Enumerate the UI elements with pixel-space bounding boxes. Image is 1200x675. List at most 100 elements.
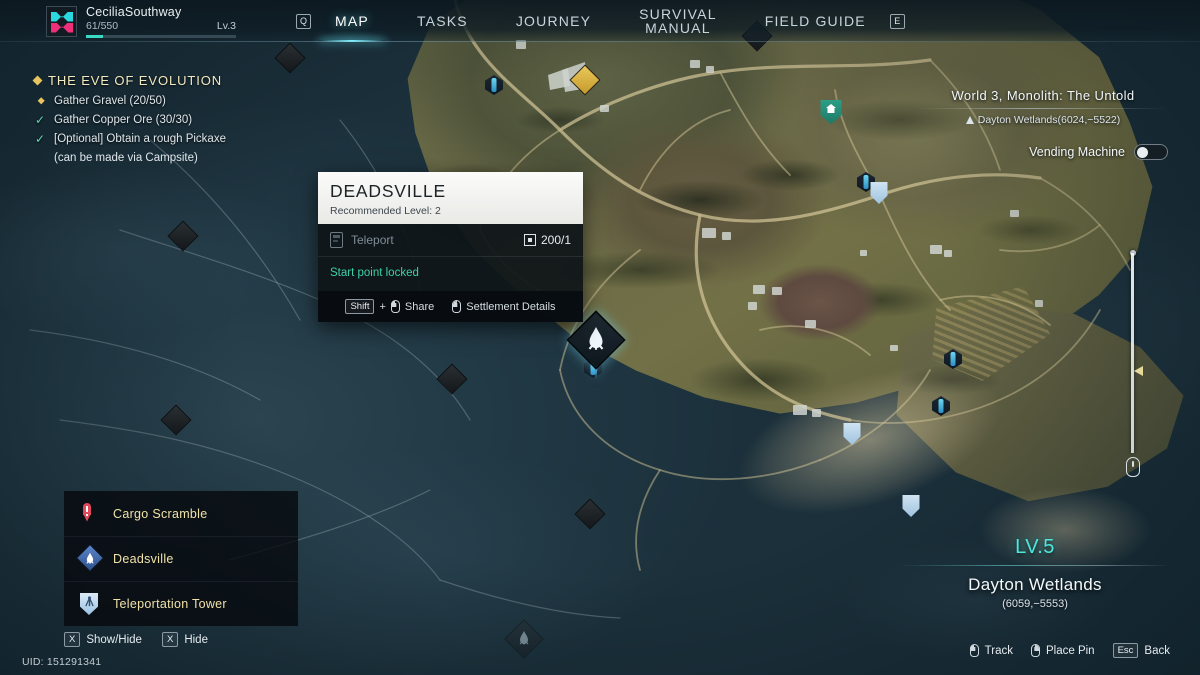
tab-journey-label: JOURNEY xyxy=(515,13,592,29)
quest-tracker: THE EVE OF EVOLUTION Gather Gravel (20/5… xyxy=(32,73,334,165)
track-action[interactable]: Track xyxy=(969,644,1013,657)
map-marker-resource[interactable] xyxy=(167,220,199,252)
settlement-details-action[interactable]: Settlement Details xyxy=(452,300,556,313)
shift-key-chip: Shift xyxy=(345,299,375,314)
vending-machine-toggle-row[interactable]: Vending Machine xyxy=(918,144,1168,160)
quest-title-row: THE EVE OF EVOLUTION xyxy=(32,73,334,88)
house-icon xyxy=(826,104,836,113)
prev-tab-key-chip[interactable]: Q xyxy=(296,13,312,29)
map-marker-settlement-house[interactable] xyxy=(820,100,842,124)
player-uid: UID: 151291341 xyxy=(22,656,102,668)
legend-label: Deadsville xyxy=(113,552,174,566)
location-name: Dayton Wetlands xyxy=(968,575,1102,594)
settlement-popup-body: Teleport 200/1 Start point locked Shift … xyxy=(318,224,583,322)
teleport-cost: 200/1 xyxy=(523,233,571,247)
location-divider xyxy=(900,565,1170,566)
legend-item-deadsville[interactable]: Deadsville xyxy=(64,536,298,581)
settlement-glyph-icon xyxy=(588,327,604,350)
plus-symbol: + xyxy=(379,300,386,313)
map-marker-resource[interactable] xyxy=(574,498,606,530)
mouse-left-click-icon xyxy=(969,644,979,657)
tab-journey[interactable]: JOURNEY xyxy=(492,0,615,42)
teleport-label: Teleport xyxy=(351,233,394,247)
quest-objective: ✓ Gather Copper Ore (30/30) xyxy=(34,113,334,127)
map-marker-resource[interactable] xyxy=(160,404,192,436)
share-action[interactable]: Shift + Share xyxy=(345,299,434,314)
quest-title: THE EVE OF EVOLUTION xyxy=(48,73,223,88)
next-tab-key-chip[interactable]: E xyxy=(889,13,905,29)
map-marker-teleport-tower[interactable] xyxy=(843,423,861,445)
map-zoom-slider[interactable] xyxy=(1126,250,1143,477)
settlement-popup[interactable]: DEADSVILLE Recommended Level: 2 Teleport… xyxy=(318,172,583,322)
objective-check-icon: ✓ xyxy=(34,113,46,127)
tab-map[interactable]: MAP xyxy=(311,0,393,42)
player-name: CeciliaSouthway xyxy=(86,4,182,19)
map-marker-teleport-beacon[interactable] xyxy=(944,349,962,369)
map-marker-teleport-beacon[interactable] xyxy=(932,396,950,416)
legend-item-cargo-scramble[interactable]: Cargo Scramble xyxy=(64,491,298,536)
world-coordinates: Dayton Wetlands(6024,−5522) xyxy=(977,114,1121,126)
back-action[interactable]: Esc Back xyxy=(1112,643,1170,658)
teleport-tower-shield-icon xyxy=(80,593,100,615)
player-card[interactable]: CeciliaSouthway 61/550 Lv.3 xyxy=(46,5,236,38)
settlement-status: Start point locked xyxy=(330,267,419,279)
avatar xyxy=(46,5,77,37)
settlement-recommended-level: Recommended Level: 2 xyxy=(330,205,441,217)
map-marker-teleport-tower[interactable] xyxy=(870,182,888,204)
mouse-left-click-icon xyxy=(452,300,462,313)
navigation-arrow-icon xyxy=(965,116,974,124)
map-marker-teleport-tower[interactable] xyxy=(902,495,920,517)
legend-item-teleportation-tower[interactable]: Teleportation Tower xyxy=(64,581,298,626)
map-marker-settlement-inactive[interactable] xyxy=(504,619,544,659)
legend-label: Teleportation Tower xyxy=(113,597,227,611)
teleport-row[interactable]: Teleport 200/1 xyxy=(318,224,583,257)
tab-field-guide-label: FIELD GUIDE xyxy=(764,13,866,29)
map-marker-quest[interactable] xyxy=(569,64,601,96)
teleport-cost-value: 200/1 xyxy=(540,233,571,247)
quest-objective: Gather Gravel (20/50) xyxy=(34,94,334,108)
quest-objectives: Gather Gravel (20/50) ✓ Gather Copper Or… xyxy=(34,94,334,165)
map-marker-resource[interactable] xyxy=(436,363,468,395)
settlement-details-label: Settlement Details xyxy=(466,300,556,313)
tab-tasks[interactable]: TASKS xyxy=(393,0,492,42)
map-marker-resource[interactable] xyxy=(274,42,306,74)
show-hide-control[interactable]: X Show/Hide xyxy=(64,632,142,647)
tab-field-guide[interactable]: FIELD GUIDE xyxy=(741,0,890,42)
tab-map-label: MAP xyxy=(335,13,369,29)
tab-survival-manual-label-2: MANUAL xyxy=(645,20,711,36)
mouse-left-click-icon xyxy=(390,300,400,313)
tab-survival-manual[interactable]: SURVIVAL MANUAL xyxy=(615,0,741,42)
cargo-pin-icon xyxy=(80,502,100,525)
location-coordinates: (6059,−5553) xyxy=(1002,598,1068,610)
place-pin-action[interactable]: Place Pin xyxy=(1030,644,1095,657)
esc-key-chip: Esc xyxy=(1112,643,1139,658)
place-pin-label: Place Pin xyxy=(1045,644,1095,657)
world-info-panel: World 3, Monolith: The Untold Dayton Wet… xyxy=(918,88,1168,160)
map-action-hints: Track Place Pin Esc Back xyxy=(969,643,1170,658)
objective-subtext: (can be made via Campsite) xyxy=(54,152,198,164)
settlement-name: DEADSVILLE xyxy=(330,181,446,201)
world-title: World 3, Monolith: The Untold xyxy=(951,88,1135,103)
hide-control[interactable]: X Hide xyxy=(161,632,208,647)
x-key-chip: X xyxy=(161,632,179,647)
vending-machine-toggle[interactable] xyxy=(1134,144,1168,160)
objective-active-icon xyxy=(34,94,46,108)
map-marker-deadsville-selected[interactable] xyxy=(566,310,626,379)
world-coordinates-row: Dayton Wetlands(6024,−5522) xyxy=(918,114,1168,126)
map-marker-teleport-beacon[interactable] xyxy=(485,75,503,95)
settlement-popup-actions: Shift + Share Settlement Details xyxy=(318,291,583,322)
objective-text: [Optional] Obtain a rough Pickaxe xyxy=(54,133,226,145)
currency-icon xyxy=(523,234,536,246)
settlement-popup-header: DEADSVILLE Recommended Level: 2 xyxy=(318,172,583,224)
back-label: Back xyxy=(1144,644,1170,657)
x-key-chip: X xyxy=(64,632,81,647)
teleport-icon xyxy=(330,232,343,248)
zoom-slider-track[interactable] xyxy=(1131,253,1134,453)
settlement-diamond-icon xyxy=(75,543,105,573)
objective-check-icon: ✓ xyxy=(34,132,46,146)
nav-tabs: Q MAP TASKS JOURNEY SURVIVAL MANUAL FIEL… xyxy=(296,0,905,42)
tower-glyph-icon xyxy=(84,596,94,607)
hide-label: Hide xyxy=(184,633,208,646)
world-divider xyxy=(918,108,1168,109)
zoom-slider-handle[interactable] xyxy=(1134,366,1143,376)
